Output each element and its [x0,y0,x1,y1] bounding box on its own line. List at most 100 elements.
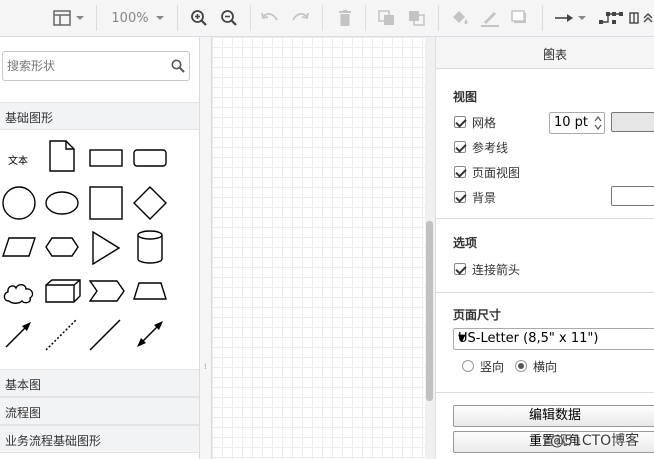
background-label: 背景 [472,190,497,205]
page-size-section-title: 页面尺寸 [453,308,502,322]
watermark: @51CTO博客 [550,433,640,449]
waypoints-icon[interactable] [598,0,626,36]
options-section: 选项 连接箭头 [436,219,654,293]
grid-size-input[interactable] [554,115,590,130]
grip-icon[interactable]: ⁞ [204,362,207,371]
arrow-line-shape[interactable] [4,319,34,349]
background-color-swatch[interactable] [611,186,654,206]
note-shape[interactable] [49,140,75,172]
dropdown-arrow-icon[interactable]: ▼ [458,333,652,344]
sidebar-splitter[interactable]: ⁞ [200,37,212,459]
triangle-shape[interactable] [92,231,120,265]
category-general[interactable]: 基础图形 [0,102,199,130]
bidirectional-arrow-shape[interactable] [135,319,165,349]
category-general-label: 基础图形 [5,111,54,125]
toolbar: 100% [0,0,654,37]
to-back-icon[interactable] [406,0,428,36]
circle-shape[interactable] [2,186,36,220]
guides-option[interactable]: 参考线 [454,139,508,155]
toolbar-divider [438,5,439,31]
zoom-select[interactable]: 100% [108,0,152,36]
parallelogram-shape[interactable] [2,237,36,257]
delete-icon[interactable] [335,0,355,36]
category-item[interactable]: 流程图 [0,397,199,425]
format-panel: 图表 ✕ 视图 网格 参考线 页面视图 背景 选项 连接箭头 [435,37,654,459]
landscape-label: 横向 [533,359,558,374]
connection-arrow-icon[interactable] [553,0,575,36]
search-input[interactable] [7,56,163,76]
chevron-down-icon[interactable] [74,0,86,36]
toolbar-divider [177,5,178,31]
line-color-icon[interactable] [479,0,501,36]
page-size-select[interactable]: US-Letter (8,5" x 11") ▼ [453,328,654,350]
category-label: 基本图 [5,378,42,392]
grid-checkbox[interactable] [454,116,466,128]
square-shape[interactable] [89,186,123,220]
text-shape[interactable]: 文本 [8,152,28,167]
shadow-icon[interactable] [509,0,531,36]
shape-palette: 文本 [0,131,199,369]
grid-size-field[interactable] [549,112,605,134]
scrollbar-thumb[interactable] [426,221,433,401]
search-icon[interactable] [171,59,185,76]
options-section-title: 选项 [453,236,478,250]
diamond-shape[interactable] [133,186,167,220]
category-label: 业务流程基础图形 [5,434,102,448]
page-view-checkbox[interactable] [454,166,466,178]
close-icon[interactable]: ✕ [543,45,654,60]
cylinder-shape[interactable] [137,230,163,264]
cube-shape[interactable] [45,279,81,303]
category-label: 流程图 [5,406,42,420]
trapezoid-shape[interactable] [133,282,167,300]
fill-color-icon[interactable] [449,0,471,36]
dotted-line-shape[interactable] [45,319,77,351]
portrait-label: 竖向 [480,359,505,374]
connection-arrows-checkbox[interactable] [454,263,466,275]
landscape-radio[interactable] [515,360,527,372]
hexagon-shape[interactable] [45,237,79,257]
page-view-label: 页面视图 [472,165,521,180]
toolbar-divider [542,5,543,31]
cloud-shape[interactable] [2,281,36,305]
undo-icon[interactable] [260,0,280,36]
zoom-dropdown-icon[interactable] [154,0,166,36]
landscape-option[interactable]: 横向 [515,358,557,374]
panel-toggle-icon[interactable] [628,0,640,36]
connection-arrows-label: 连接箭头 [472,262,521,277]
zoom-level: 100% [111,10,149,26]
spinner-icon[interactable] [593,114,603,132]
step-shape[interactable] [89,280,125,302]
page-view-option[interactable]: 页面视图 [454,164,520,180]
portrait-radio[interactable] [462,360,474,372]
diagram-canvas[interactable] [212,37,425,459]
grid-option[interactable]: 网格 [454,114,496,130]
to-front-icon[interactable] [376,0,398,36]
line-shape[interactable] [89,319,121,351]
format-panel-icon[interactable] [52,0,72,36]
format-panel-header: 图表 ✕ [436,37,654,69]
category-item[interactable]: 业务流程基础图形 [0,425,199,453]
grid-label: 网格 [472,115,497,130]
search-box[interactable] [2,51,190,81]
zoom-out-icon[interactable] [218,0,240,36]
background-option[interactable]: 背景 [454,189,496,205]
portrait-option[interactable]: 竖向 [462,358,504,374]
redo-icon[interactable] [290,0,310,36]
edit-data-button[interactable]: 编辑数据 [453,405,654,427]
grid-color-swatch[interactable] [611,112,654,132]
ellipse-shape[interactable] [45,191,79,215]
view-section-title: 视图 [453,90,478,104]
vertical-scrollbar[interactable] [425,37,435,459]
collapse-icon[interactable] [642,0,654,36]
guides-checkbox[interactable] [454,141,466,153]
toolbar-divider [250,5,251,31]
toolbar-divider [322,5,323,31]
background-checkbox[interactable] [454,191,466,203]
category-item[interactable]: 基本图 [0,369,199,397]
rounded-rectangle-shape[interactable] [133,149,167,167]
rectangle-shape[interactable] [89,149,123,167]
zoom-in-icon[interactable] [188,0,210,36]
connection-dropdown-icon[interactable] [576,0,588,36]
connection-arrows-option[interactable]: 连接箭头 [454,261,520,277]
shapes-sidebar: 基础图形 文本 [0,37,200,459]
